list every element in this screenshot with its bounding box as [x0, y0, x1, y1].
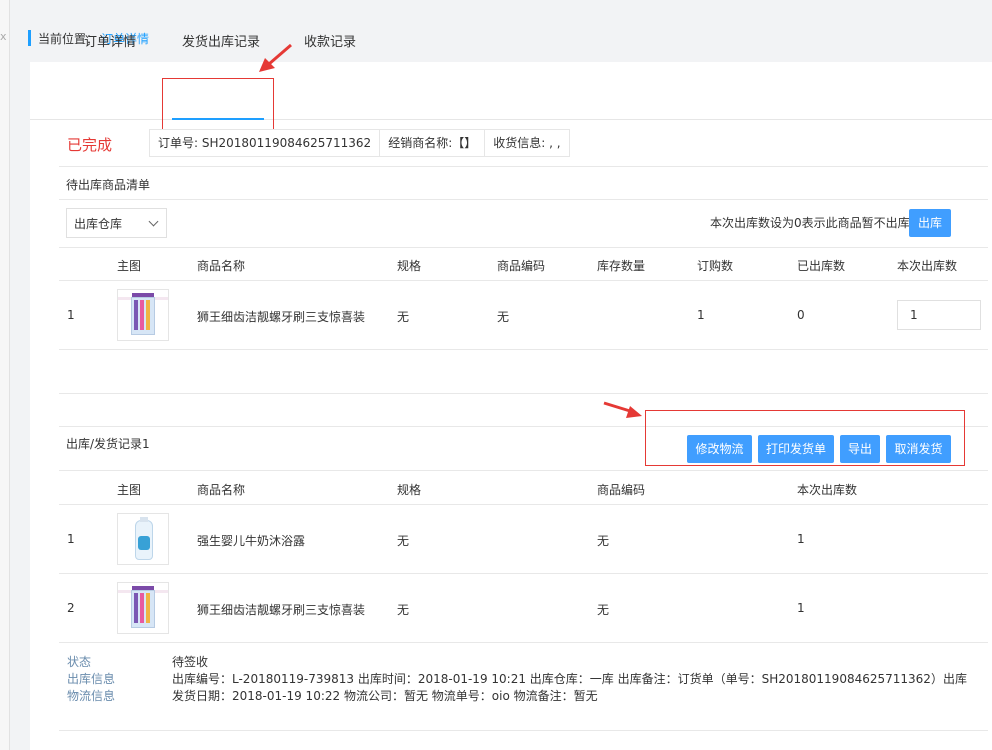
product-code: 无	[597, 603, 610, 617]
col-header-name: 商品名称	[197, 259, 246, 273]
product-image-body-wash[interactable]	[117, 513, 169, 565]
close-icon[interactable]: x	[0, 30, 8, 43]
order-number: 订单号: SH20180119084625711362	[149, 129, 381, 157]
annotation-box-actions	[645, 410, 965, 466]
col-header-stock: 库存数量	[597, 259, 646, 273]
product-name: 狮王细齿洁靓螺牙刷三支惊喜装	[197, 603, 366, 617]
this-qty-input[interactable]: 1	[897, 300, 981, 330]
left-panel-strip	[0, 0, 10, 750]
warehouse-select[interactable]: 出库仓库	[66, 208, 167, 238]
record-section-title: 出库/发货记录1	[66, 437, 150, 451]
col-header-code: 商品编码	[497, 259, 546, 273]
col-header-qty: 本次出库数	[797, 483, 858, 497]
col-header-image: 主图	[117, 259, 142, 273]
meta-label-status: 状态	[67, 655, 92, 669]
meta-value-logistics: 发货日期：2018-01-19 10:22 物流公司：暂无 物流单号：oio 物…	[172, 689, 598, 703]
warehouse-select-value: 出库仓库	[74, 216, 123, 231]
product-spec: 无	[397, 603, 410, 617]
divider	[59, 166, 988, 167]
tab-order-detail[interactable]: 订单详情	[84, 31, 136, 50]
outbound-button[interactable]: 出库	[909, 209, 951, 237]
meta-label-outbound: 出库信息	[67, 672, 116, 686]
meta-value-status: 待签收	[172, 655, 209, 669]
divider	[59, 642, 988, 643]
annotation-box-tab	[162, 78, 274, 130]
col-header-code: 商品编码	[597, 483, 646, 497]
product-ordered: 1	[697, 308, 705, 322]
chevron-down-icon	[148, 216, 159, 227]
order-info-strip: 订单号: SH20180119084625711362 经销商名称:【】 收货信…	[149, 129, 570, 157]
receiver-info: 收货信息: , ,	[484, 129, 570, 157]
divider	[59, 573, 988, 574]
outbound-hint: 本次出库数设为0表示此商品暂不出库	[710, 216, 910, 230]
tab-payment-records[interactable]: 收款记录	[304, 31, 356, 50]
col-header-this-qty: 本次出库数	[897, 259, 958, 273]
divider	[59, 470, 988, 471]
pending-section-title: 待出库商品清单	[66, 178, 151, 192]
product-code: 无	[597, 534, 610, 548]
divider	[59, 730, 988, 731]
col-header-spec: 规格	[397, 259, 422, 273]
divider	[59, 393, 988, 394]
product-spec: 无	[397, 310, 410, 324]
divider	[59, 247, 988, 248]
product-name: 强生婴儿牛奶沐浴露	[197, 534, 306, 548]
this-qty-value: 1	[910, 308, 918, 322]
product-shipped: 0	[797, 308, 805, 322]
divider	[59, 349, 988, 350]
divider	[59, 199, 988, 200]
col-header-ordered: 订购数	[697, 259, 734, 273]
col-header-name: 商品名称	[197, 483, 246, 497]
row-index: 1	[67, 308, 75, 322]
col-header-image: 主图	[117, 483, 142, 497]
col-header-shipped: 已出库数	[797, 259, 846, 273]
divider	[59, 504, 988, 505]
meta-label-logistics: 物流信息	[67, 689, 116, 703]
annotation-arrow-icon	[259, 43, 292, 72]
product-qty: 1	[797, 532, 805, 546]
row-index: 1	[67, 532, 75, 546]
product-name: 狮王细齿洁靓螺牙刷三支惊喜装	[197, 310, 366, 324]
dealer-name: 经销商名称:【】	[379, 129, 486, 157]
col-header-spec: 规格	[397, 483, 422, 497]
meta-value-outbound: 出库编号：L-20180119-739813 出库时间：2018-01-19 1…	[172, 672, 967, 686]
product-qty: 1	[797, 601, 805, 615]
divider	[59, 280, 988, 281]
annotation-arrow-icon	[603, 401, 642, 418]
tab-shipping-records[interactable]: 发货出库记录	[182, 31, 260, 50]
product-code: 无	[497, 310, 510, 324]
product-image-toothbrush[interactable]	[117, 582, 169, 634]
breadcrumb-accent-bar	[28, 30, 31, 46]
product-image-toothbrush[interactable]	[117, 289, 169, 341]
row-index: 2	[67, 601, 75, 615]
order-status: 已完成	[67, 136, 113, 154]
product-spec: 无	[397, 534, 410, 548]
